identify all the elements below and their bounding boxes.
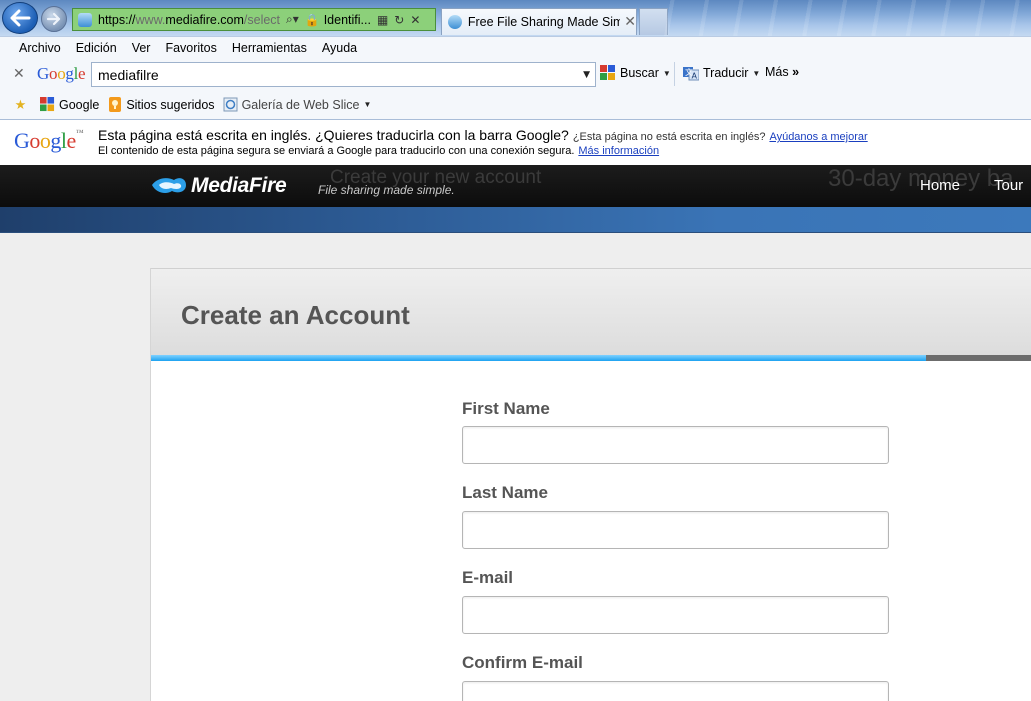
search-dropdown-icon[interactable]: ⌕▾ xyxy=(286,12,299,27)
google-toolbar: ✕ Google mediafilre ▼ Buscar ▼ 文A Traduc… xyxy=(0,58,1031,90)
menu-edicion[interactable]: Edición xyxy=(76,41,117,55)
site-favicon-icon xyxy=(78,12,92,27)
chevron-down-icon: ▼ xyxy=(752,68,761,78)
signup-card: Create an Account First Name Last Name E… xyxy=(150,268,1031,701)
translate-label: Traducir xyxy=(703,66,749,80)
site-logo[interactable]: MediaFire xyxy=(191,174,287,198)
tab-title: Free File Sharing Made Sim... xyxy=(467,15,621,29)
last-name-label: Last Name xyxy=(462,483,548,502)
menu-ver[interactable]: Ver xyxy=(132,41,151,55)
toolbar-divider xyxy=(674,62,675,86)
translate-sub-message: El contenido de esta página segura se en… xyxy=(98,145,659,157)
translate-bar: Google™ Esta página está escrita en ingl… xyxy=(0,120,1031,165)
translate-message-text: Esta página está escrita en inglés. ¿Qui… xyxy=(98,127,569,143)
help-improve-link[interactable]: Ayúdanos a mejorar xyxy=(769,131,867,143)
back-arrow-icon xyxy=(10,9,31,27)
translate-bar-google-logo: Google™ xyxy=(14,128,84,153)
google-search-value[interactable]: mediafilre xyxy=(98,67,583,83)
svg-text:A: A xyxy=(692,72,698,81)
translate-button[interactable]: 文A Traducir ▼ xyxy=(683,65,760,81)
google-search-input[interactable]: mediafilre ▼ xyxy=(91,62,596,87)
email-field[interactable] xyxy=(462,596,889,634)
chevron-down-icon: ▼ xyxy=(662,68,671,78)
translate-icon: 文A xyxy=(683,67,699,81)
google-search-label: Buscar xyxy=(620,66,659,80)
lock-icon[interactable]: 🔒 xyxy=(305,13,320,27)
chevron-down-icon[interactable]: ▼ xyxy=(363,100,371,109)
translate-question: ¿Esta página no está escrita en inglés? xyxy=(572,131,766,143)
nav-tour[interactable]: Tour xyxy=(994,177,1023,194)
site-header: Create your new account 30-day money ba … xyxy=(0,165,1031,207)
address-bar[interactable]: https://www.mediafire.com/select ⌕▾ 🔒 Id… xyxy=(72,8,436,31)
email-label: E-mail xyxy=(462,568,514,587)
google-toolbar-logo: Google xyxy=(37,64,86,83)
back-button[interactable] xyxy=(2,2,38,34)
nav-home[interactable]: Home xyxy=(920,177,960,194)
favorite-suggested-sites-label: Sitios sugeridos xyxy=(126,97,215,112)
search-history-dropdown-icon[interactable]: ▼ xyxy=(583,70,590,80)
forward-arrow-icon xyxy=(46,12,61,26)
google-icon xyxy=(40,97,55,112)
tab-active[interactable]: Free File Sharing Made Sim... ✕ xyxy=(441,8,637,35)
favorites-bar: ★ Google Sitios sugeridos Galería de Web… xyxy=(0,90,1031,120)
favorites-star-button[interactable]: ★ xyxy=(13,97,32,112)
google-search-button[interactable]: Buscar ▼ xyxy=(600,65,671,81)
card-header: Create an Account xyxy=(151,268,1031,358)
google-search-icon xyxy=(600,65,615,80)
menu-favoritos[interactable]: Favoritos xyxy=(165,41,216,55)
first-name-label: First Name xyxy=(462,399,550,418)
web-slice-icon xyxy=(223,97,238,112)
suggested-sites-icon xyxy=(107,97,122,112)
signup-progress-fill xyxy=(151,355,927,361)
first-name-field[interactable] xyxy=(462,426,889,464)
favorite-web-slice-label: Galería de Web Slice xyxy=(241,97,360,112)
signup-progress-bar xyxy=(151,355,1031,361)
confirm-email-label: Confirm E-mail xyxy=(462,653,583,672)
tab-favicon-icon xyxy=(448,15,462,29)
favorite-suggested-sites[interactable]: Sitios sugeridos xyxy=(107,97,215,112)
stop-icon[interactable]: ✕ xyxy=(410,13,420,27)
address-url[interactable]: https://www.mediafire.com/select xyxy=(98,13,280,27)
new-tab-button[interactable] xyxy=(639,8,668,35)
more-button[interactable]: Más » xyxy=(765,65,799,79)
mediafire-flame-icon xyxy=(152,178,186,193)
forward-button[interactable] xyxy=(41,6,67,32)
double-chevron-icon: » xyxy=(792,65,800,79)
translate-sub-message-text: El contenido de esta página segura se en… xyxy=(98,145,575,157)
last-name-field[interactable] xyxy=(462,511,889,549)
more-info-link[interactable]: Más información xyxy=(578,145,659,157)
refresh-icon[interactable]: ↻ xyxy=(394,13,404,27)
site-tagline: File sharing made simple. xyxy=(318,183,455,197)
star-icon: ★ xyxy=(14,96,27,112)
confirm-email-field[interactable] xyxy=(462,681,889,701)
favorite-web-slice[interactable]: Galería de Web Slice ▼ xyxy=(223,97,371,112)
page-title: Create an Account xyxy=(181,300,410,330)
favorite-google[interactable]: Google xyxy=(40,97,99,112)
more-label: Más xyxy=(765,65,789,79)
menu-bar: Archivo Edición Ver Favoritos Herramient… xyxy=(0,36,1031,58)
identity-label[interactable]: Identifi... xyxy=(324,13,371,27)
favorite-google-label: Google xyxy=(59,97,100,112)
browser-title-bar: https://www.mediafire.com/select ⌕▾ 🔒 Id… xyxy=(0,0,1031,36)
header-gradient-strip xyxy=(0,207,1031,233)
compat-view-icon[interactable]: ▦ xyxy=(377,13,388,27)
menu-ayuda[interactable]: Ayuda xyxy=(322,41,357,55)
menu-herramientas[interactable]: Herramientas xyxy=(232,41,307,55)
translate-message: Esta página está escrita en inglés. ¿Qui… xyxy=(98,127,868,143)
toolbar-close-icon[interactable]: ✕ xyxy=(13,66,25,82)
tab-close-icon[interactable]: ✕ xyxy=(624,14,636,30)
menu-archivo[interactable]: Archivo xyxy=(19,41,61,55)
